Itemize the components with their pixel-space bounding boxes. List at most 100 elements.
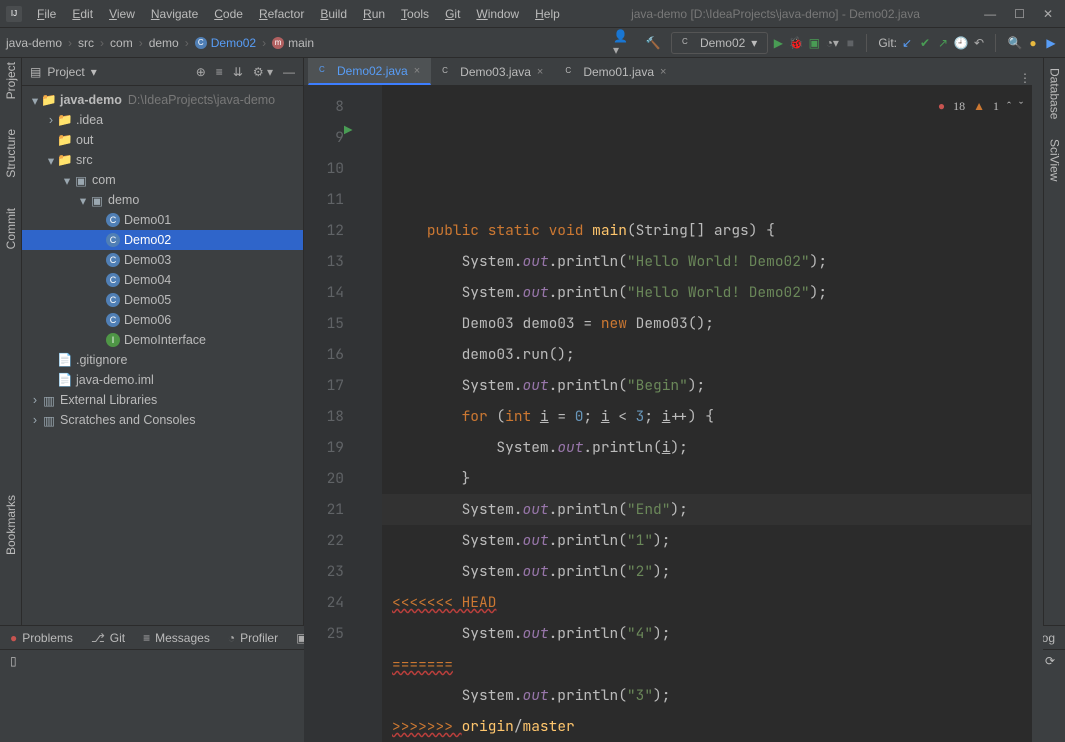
tree-class-demo04[interactable]: CDemo04 bbox=[22, 270, 303, 290]
tree-arrow-icon[interactable]: ▾ bbox=[28, 93, 42, 108]
code-line-23[interactable]: ======= bbox=[382, 649, 1031, 680]
tree-demo[interactable]: ▾▣demo bbox=[22, 190, 303, 210]
tree-arrow-icon[interactable]: ▾ bbox=[44, 153, 58, 168]
close-tab-icon[interactable]: × bbox=[414, 65, 420, 77]
profile-icon[interactable]: ◔▾ bbox=[824, 35, 840, 51]
left-tab-bookmarks[interactable]: Bookmarks bbox=[4, 495, 18, 555]
code-line-13[interactable]: demo03.run(); bbox=[382, 339, 1031, 370]
gutter[interactable]: 8910111213141516171819202122232425 bbox=[304, 85, 362, 742]
chevron-down-icon[interactable]: ˇ bbox=[1019, 91, 1023, 122]
tree-class-demo05[interactable]: CDemo05 bbox=[22, 290, 303, 310]
code-line-18[interactable]: System.out.println("End"); bbox=[382, 494, 1031, 525]
left-tab-structure[interactable]: Structure bbox=[4, 129, 18, 178]
tree-gitignore[interactable]: 📄.gitignore bbox=[22, 350, 303, 370]
tool-profiler[interactable]: ◔Profiler bbox=[228, 631, 278, 645]
crumb-class[interactable]: Demo02 bbox=[211, 36, 256, 50]
inspection-widget[interactable]: ●18 ▲1 ˆ ˇ bbox=[938, 91, 1023, 122]
code-line-22[interactable]: System.out.println("4"); bbox=[382, 618, 1031, 649]
close-icon[interactable]: ✕ bbox=[1043, 7, 1053, 21]
tab-demo02-java[interactable]: CDemo02.java× bbox=[308, 58, 431, 85]
search-icon[interactable]: 🔍 bbox=[1007, 35, 1023, 51]
tree-interface[interactable]: IDemoInterface bbox=[22, 330, 303, 350]
stop-icon[interactable]: ■ bbox=[842, 35, 858, 51]
close-tab-icon[interactable]: × bbox=[660, 66, 666, 78]
tree-class-demo01[interactable]: CDemo01 bbox=[22, 210, 303, 230]
expand-icon[interactable]: ≡ bbox=[216, 65, 223, 79]
breadcrumb[interactable]: java-demo› src› com› demo› CDemo02› mmai… bbox=[6, 36, 314, 50]
git-rollback-icon[interactable]: ↶ bbox=[971, 35, 987, 51]
error-stripe[interactable] bbox=[1031, 85, 1043, 742]
tree-arrow-icon[interactable]: › bbox=[28, 393, 42, 407]
project-panel-title[interactable]: Project bbox=[47, 65, 84, 79]
menu-edit[interactable]: Edit bbox=[65, 4, 100, 24]
hide-icon[interactable]: — bbox=[283, 65, 295, 79]
tree-scratches[interactable]: ›▥Scratches and Consoles bbox=[22, 410, 303, 430]
tool-messages[interactable]: ≡Messages bbox=[143, 631, 210, 645]
status-icon[interactable]: ▯ bbox=[10, 654, 17, 668]
chevron-down-icon[interactable]: ▾ bbox=[91, 65, 97, 79]
menu-refactor[interactable]: Refactor bbox=[252, 4, 311, 24]
menu-tools[interactable]: Tools bbox=[394, 4, 436, 24]
crumb-method[interactable]: main bbox=[288, 36, 314, 50]
menu-navigate[interactable]: Navigate bbox=[144, 4, 205, 24]
tool-problems[interactable]: ●Problems bbox=[10, 631, 73, 645]
source[interactable]: ●18 ▲1 ˆ ˇ public static void main(Strin… bbox=[382, 85, 1031, 742]
git-history-icon[interactable]: 🕘 bbox=[953, 35, 969, 51]
tree-arrow-icon[interactable]: › bbox=[28, 413, 42, 427]
tab-demo03-java[interactable]: CDemo03.java× bbox=[431, 59, 554, 85]
menu-git[interactable]: Git bbox=[438, 4, 467, 24]
tab-demo01-java[interactable]: CDemo01.java× bbox=[554, 59, 677, 85]
menu-run[interactable]: Run bbox=[356, 4, 392, 24]
code-line-21[interactable]: <<<<<<< HEAD bbox=[382, 587, 1031, 618]
tree-class-demo02[interactable]: CDemo02 bbox=[22, 230, 303, 250]
run-config-select[interactable]: C Demo02 ▾ bbox=[671, 32, 768, 54]
menu-view[interactable]: View bbox=[102, 4, 142, 24]
menu-build[interactable]: Build bbox=[313, 4, 354, 24]
ide-settings-icon[interactable]: ● bbox=[1025, 35, 1041, 51]
code-line-17[interactable]: } bbox=[382, 463, 1031, 494]
select-opened-icon[interactable]: ⊕ bbox=[196, 65, 206, 79]
code-line-8[interactable] bbox=[382, 184, 1031, 215]
menu-code[interactable]: Code bbox=[207, 4, 250, 24]
tree-arrow-icon[interactable]: ▾ bbox=[60, 173, 74, 188]
git-push-icon[interactable]: ↗ bbox=[935, 35, 951, 51]
tabs-more-icon[interactable]: ⋮ bbox=[1011, 71, 1039, 85]
user-icon[interactable]: 👤▾ bbox=[613, 35, 629, 51]
close-tab-icon[interactable]: × bbox=[537, 66, 543, 78]
code-line-19[interactable]: System.out.println("1"); bbox=[382, 525, 1031, 556]
tree-external-libs[interactable]: ›▥External Libraries bbox=[22, 390, 303, 410]
tree-src[interactable]: ▾📁src bbox=[22, 150, 303, 170]
code-line-12[interactable]: Demo03 demo03 = new Demo03(); bbox=[382, 308, 1031, 339]
crumb-com[interactable]: com bbox=[110, 36, 133, 50]
right-tab-database[interactable]: Database bbox=[1048, 68, 1062, 119]
tree-idea[interactable]: ›📁.idea bbox=[22, 110, 303, 130]
left-tab-commit[interactable]: Commit bbox=[4, 208, 18, 249]
code-line-20[interactable]: System.out.println("2"); bbox=[382, 556, 1031, 587]
right-tab-sciview[interactable]: SciView bbox=[1048, 139, 1062, 181]
tree-com[interactable]: ▾▣com bbox=[22, 170, 303, 190]
code-line-14[interactable]: System.out.println("Begin"); bbox=[382, 370, 1031, 401]
tree-class-demo06[interactable]: CDemo06 bbox=[22, 310, 303, 330]
code-line-16[interactable]: System.out.println(i); bbox=[382, 432, 1031, 463]
tree-root[interactable]: ▾📁java-demoD:\IdeaProjects\java-demo bbox=[22, 90, 303, 110]
coverage-icon[interactable]: ▣ bbox=[806, 35, 822, 51]
code-editor[interactable]: 8910111213141516171819202122232425 ●18 ▲… bbox=[304, 85, 1043, 742]
run-icon[interactable]: ▶ bbox=[770, 35, 786, 51]
sync-icon[interactable]: ⟳ bbox=[1045, 654, 1055, 668]
tree-arrow-icon[interactable]: ▾ bbox=[76, 193, 90, 208]
tree-arrow-icon[interactable]: › bbox=[44, 113, 58, 127]
project-tree[interactable]: ▾📁java-demoD:\IdeaProjects\java-demo›📁.i… bbox=[22, 86, 303, 625]
code-line-24[interactable]: System.out.println("3"); bbox=[382, 680, 1031, 711]
code-line-11[interactable]: System.out.println("Hello World! Demo02"… bbox=[382, 277, 1031, 308]
code-line-15[interactable]: for (int i = 0; i < 3; i++) { bbox=[382, 401, 1031, 432]
maximize-icon[interactable]: ☐ bbox=[1014, 7, 1025, 21]
code-line-9[interactable]: public static void main(String[] args) { bbox=[382, 215, 1031, 246]
chevron-up-icon[interactable]: ˆ bbox=[1007, 91, 1011, 122]
build-icon[interactable]: 🔨 bbox=[645, 35, 661, 51]
menu-help[interactable]: Help bbox=[528, 4, 567, 24]
left-tab-project[interactable]: Project bbox=[4, 62, 18, 99]
menu-window[interactable]: Window bbox=[469, 4, 526, 24]
gear-icon[interactable]: ⚙ ▾ bbox=[253, 65, 273, 79]
debug-icon[interactable]: 🐞 bbox=[788, 35, 804, 51]
git-update-icon[interactable]: ↙ bbox=[899, 35, 915, 51]
